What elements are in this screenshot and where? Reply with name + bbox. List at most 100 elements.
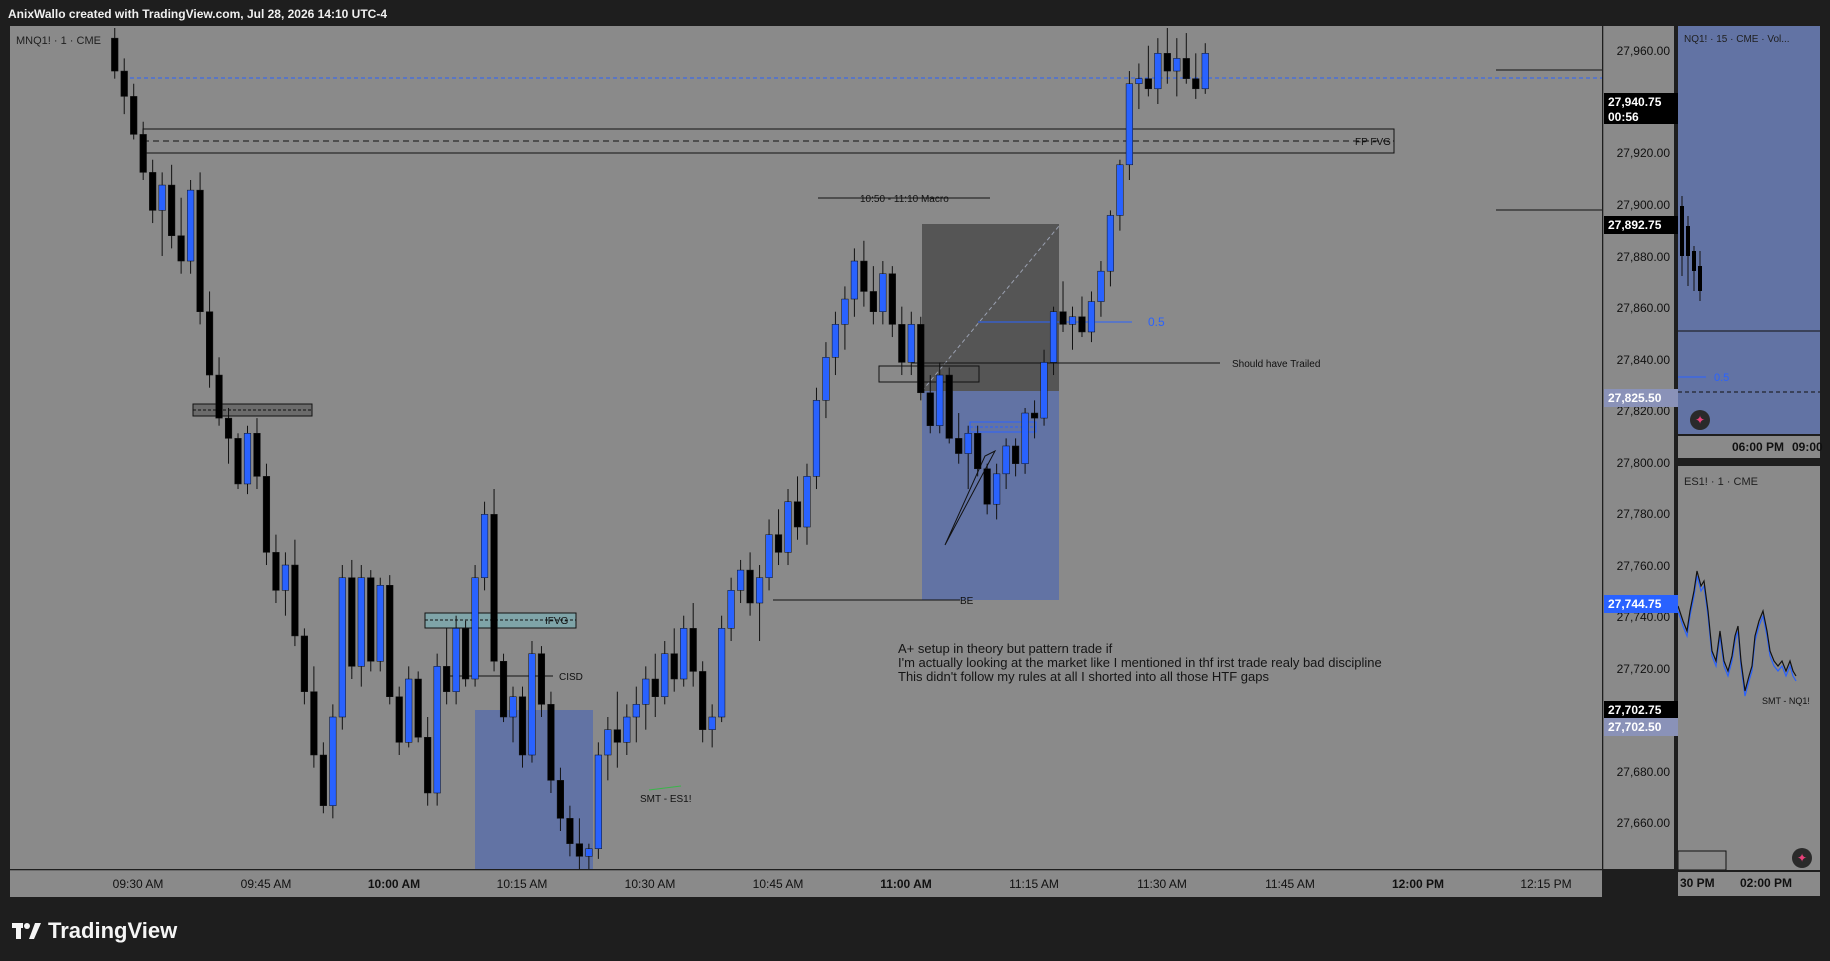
replay-icon[interactable]: ✦: [1690, 410, 1710, 430]
es-symbol-label: ES1! · 1 · CME: [1684, 476, 1758, 488]
main-chart-pane[interactable]: FP FVG 10:50 - 11:10 Macro 0.5 Should ha…: [10, 26, 1602, 869]
candle-up: [243, 433, 252, 485]
candle-down: [556, 780, 564, 819]
candle-up: [604, 729, 612, 756]
nq-15m-pane[interactable]: 0.5 NQ1! · 15 · CME · Vol... ✦: [1678, 26, 1820, 434]
candle-down: [1012, 445, 1020, 464]
nq-time-left: 06:00 PM: [1732, 440, 1785, 454]
candle-down: [139, 134, 147, 173]
candle-down: [1192, 78, 1200, 90]
candle-up: [1135, 78, 1143, 84]
nq-15m-chart[interactable]: 0.5: [1678, 26, 1820, 434]
tradingview-logo: TradingView: [12, 918, 177, 944]
candle-up: [1201, 53, 1209, 90]
candle-up: [329, 716, 337, 806]
es-time-left: 30 PM: [1680, 876, 1715, 890]
level-tag: 27,744.75: [1604, 595, 1678, 613]
fib-label: 0.5: [1148, 315, 1165, 329]
candle-down: [499, 661, 508, 718]
candle-up: [718, 628, 726, 718]
candle-up: [727, 590, 735, 629]
candle-down: [490, 514, 498, 662]
time-tick: 10:15 AM: [496, 877, 548, 891]
candle-down: [443, 666, 451, 692]
es-smt-label: SMT - NQ1!: [1762, 696, 1810, 706]
candle-down: [149, 172, 157, 211]
candle-down: [983, 468, 991, 505]
macro-label: 10:50 - 11:10 Macro: [860, 194, 949, 205]
candle-down: [1078, 316, 1086, 333]
trade-note: A+ setup in theory but pattern trade if …: [898, 642, 1382, 684]
candle-down: [547, 704, 555, 781]
candle-down: [689, 628, 697, 672]
note-line-3: This didn't follow my rules at all I sho…: [898, 669, 1269, 684]
price-tick: 27,840.00: [1616, 353, 1670, 367]
note-line-1: A+ setup in theory but pattern trade if: [898, 641, 1113, 656]
time-tick: 12:15 PM: [1520, 877, 1572, 891]
candle-up: [632, 704, 640, 718]
nq-time-right: 09:00: [1792, 440, 1823, 454]
candle-up: [1106, 215, 1114, 272]
candle-up: [993, 473, 1001, 505]
time-axis[interactable]: 09:30 AM 09:45 AM 10:00 AM 10:15 AM 10:30 AM…: [10, 870, 1602, 897]
main-symbol-label: MNQ1! · 1 · CME: [16, 35, 101, 47]
es-1m-pane[interactable]: SMT - NQ1! ES1! · 1 · CME ✦: [1677, 466, 1820, 871]
price-tick: 27,900.00: [1616, 198, 1670, 212]
candle-up: [433, 666, 441, 794]
brand-name: TradingView: [48, 918, 178, 943]
price-tick: 27,680.00: [1616, 765, 1670, 779]
candle-up: [784, 501, 792, 553]
time-tick: 11:15 AM: [1009, 877, 1059, 891]
candle-down: [774, 534, 783, 553]
candle-up: [158, 184, 166, 211]
candle-up: [481, 514, 489, 578]
es-time-right: 02:00 PM: [1740, 876, 1793, 890]
main-candlestick-chart[interactable]: FP FVG 10:50 - 11:10 Macro 0.5 Should ha…: [10, 26, 1602, 869]
candle-up: [1002, 445, 1010, 475]
candle-down: [1031, 412, 1039, 419]
candle-up: [642, 678, 650, 705]
candle-down: [414, 678, 422, 738]
candle-down: [206, 311, 214, 376]
candle-up: [1068, 316, 1077, 325]
replay-icon[interactable]: ✦: [1792, 848, 1812, 868]
level-tag: 27,702.75: [1604, 701, 1678, 719]
es-time-axis[interactable]: 30 PM 02:00 PM: [1678, 872, 1820, 896]
candle-down: [613, 729, 621, 743]
candle-down: [262, 476, 271, 553]
candle-down: [955, 438, 963, 454]
candle-down: [300, 635, 308, 692]
candle-up: [812, 400, 821, 477]
candle-down: [945, 374, 953, 439]
es-price-path: [1677, 575, 1797, 697]
candle-down: [869, 291, 877, 312]
candle-down: [424, 737, 432, 794]
candle-up: [1116, 164, 1124, 216]
note-line-2: I'm actually looking at the market like …: [898, 655, 1382, 670]
candle-down: [168, 184, 176, 236]
candle-down: [395, 696, 403, 743]
time-tick: 10:45 AM: [752, 877, 804, 891]
es-1m-chart[interactable]: SMT - NQ1!: [1677, 466, 1820, 871]
time-tick: 09:30 AM: [112, 877, 164, 891]
candle-down: [348, 577, 356, 667]
nq-symbol-label: NQ1! · 15 · CME · Vol...: [1684, 34, 1790, 45]
candle-up: [405, 678, 413, 743]
candle-down: [888, 273, 896, 325]
price-tick: 27,760.00: [1616, 559, 1670, 573]
candle-down: [699, 671, 707, 730]
candle-up: [1097, 270, 1105, 302]
candle-down: [566, 818, 574, 844]
candle-up: [585, 848, 593, 857]
candle-down: [1059, 311, 1067, 325]
candle-up: [879, 273, 887, 312]
nq-time-axis[interactable]: 06:00 PM 09:00: [1678, 436, 1823, 458]
candle-down: [575, 843, 583, 857]
candle-down: [130, 96, 138, 135]
candle-down: [462, 628, 470, 680]
time-tick: 10:30 AM: [624, 877, 676, 891]
price-axis[interactable]: 27,960.00 27,920.00 27,900.00 27,880.00 …: [1603, 26, 1678, 869]
candle-down: [319, 754, 327, 806]
countdown-tag: 00:56: [1604, 110, 1678, 124]
candle-down: [974, 433, 982, 470]
